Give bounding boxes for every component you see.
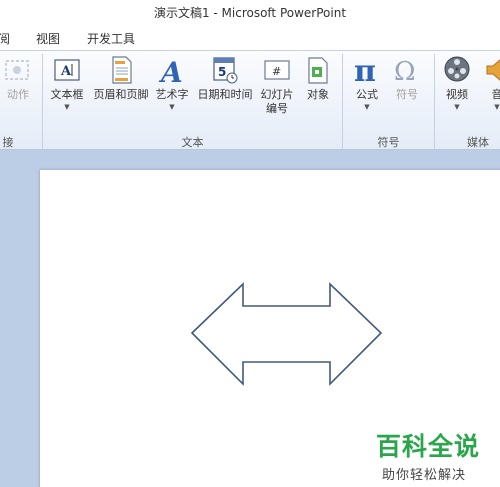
- svg-text:π: π: [354, 55, 376, 85]
- pi-icon: π: [354, 55, 376, 85]
- audio-label: 音: [491, 88, 500, 101]
- action-label: 动作: [7, 88, 29, 101]
- slide-number-button[interactable]: # 幻灯片 编号: [258, 55, 296, 116]
- video-label: 视频: [446, 88, 468, 101]
- wordart-icon: A: [158, 56, 183, 85]
- speaker-icon: [486, 59, 500, 81]
- header-footer-label: 页眉和页脚: [93, 88, 149, 101]
- equation-label: 公式: [356, 88, 378, 101]
- omega-icon: Ω: [394, 57, 416, 85]
- watermark-title: 百科全说: [376, 432, 481, 461]
- symbol-button[interactable]: Ω 符号: [390, 55, 424, 102]
- calendar-icon: 5: [213, 57, 238, 84]
- group-label-media: 媒体: [467, 136, 489, 149]
- chevron-down-icon: ▼: [169, 103, 175, 111]
- film-reel-icon: [444, 56, 470, 82]
- tab-developer[interactable]: 开发工具: [87, 30, 135, 47]
- ribbon: 动作 A 文本框 ▼ 页眉和页脚 A 艺术字 ▼ 5 日期和时间 # 幻灯片 编…: [0, 50, 500, 150]
- svg-text:#: #: [272, 65, 281, 78]
- tab-view[interactable]: 视图: [36, 30, 60, 47]
- svg-text:A: A: [60, 64, 72, 79]
- object-label: 对象: [307, 88, 329, 101]
- watermark-subtitle: 助你轻松解决: [382, 468, 467, 483]
- chevron-down-icon: ▼: [364, 103, 370, 111]
- date-time-button[interactable]: 5 日期和时间: [194, 55, 256, 102]
- wordart-label: 艺术字: [155, 88, 189, 101]
- symbol-label: 符号: [396, 88, 418, 101]
- text-box-label: 文本框: [50, 88, 84, 101]
- header-footer-icon: [112, 56, 132, 84]
- tab-review[interactable]: 阅: [0, 30, 10, 47]
- equation-button[interactable]: π 公式 ▼: [350, 55, 384, 111]
- video-button[interactable]: 视频 ▼: [440, 55, 474, 111]
- text-box-icon: A: [54, 59, 80, 81]
- header-footer-button[interactable]: 页眉和页脚: [90, 55, 152, 102]
- window-title: 演示文稿1 - Microsoft PowerPoint: [153, 6, 347, 20]
- action-icon: [5, 60, 29, 80]
- group-label-text: 文本: [181, 136, 204, 149]
- date-time-label: 日期和时间: [197, 88, 253, 101]
- ribbon-tabs: 阅 视图 开发工具: [0, 26, 500, 50]
- svg-text:Ω: Ω: [394, 57, 416, 85]
- watermark: 百科全说 助你轻松解决: [376, 427, 480, 483]
- object-button[interactable]: 对象: [301, 55, 335, 102]
- object-icon: [308, 57, 328, 84]
- chevron-down-icon: ▼: [64, 103, 70, 111]
- slide-number-icon: #: [264, 60, 290, 80]
- chevron-down-icon: ▼: [494, 103, 500, 111]
- action-button[interactable]: 动作: [2, 55, 34, 102]
- group-label-symbols: 符号: [377, 136, 400, 149]
- wordart-button[interactable]: A 艺术字 ▼: [154, 55, 190, 111]
- text-box-button[interactable]: A 文本框 ▼: [47, 55, 87, 111]
- group-label-links: 接: [2, 136, 14, 149]
- title-bar: 演示文稿1 - Microsoft PowerPoint: [0, 0, 500, 26]
- audio-button[interactable]: 音 ▼: [482, 55, 500, 111]
- svg-text:A: A: [158, 56, 183, 85]
- slide-number-label: 幻灯片 编号: [260, 88, 294, 115]
- chevron-down-icon: ▼: [454, 103, 460, 111]
- left-right-arrow-shape[interactable]: [190, 282, 383, 386]
- svg-text:5: 5: [218, 65, 226, 79]
